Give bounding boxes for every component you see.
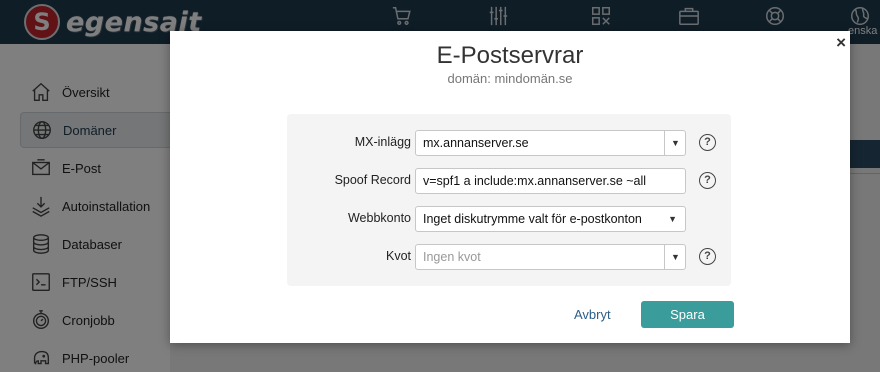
spf-value: v=spf1 a include:mx.annanserver.se ~all [423, 174, 647, 188]
mail-servers-dialog: × E-Postservrar domän: mindomän.se MX-in… [170, 31, 850, 343]
webbkonto-select[interactable]: Inget diskutrymme valt för e-postkonton … [415, 206, 686, 232]
webbkonto-value: Inget diskutrymme valt för e-postkonton [423, 212, 642, 226]
webbkonto-label: Webbkonto [347, 211, 411, 225]
cancel-button[interactable]: Avbryt [574, 307, 611, 322]
mx-value: mx.annanserver.se [423, 136, 529, 150]
kvot-dropdown-toggle[interactable]: ▼ [664, 245, 685, 269]
spf-input[interactable]: v=spf1 a include:mx.annanserver.se ~all [415, 168, 686, 194]
form-row-spf: Spoof Record v=spf1 a include:mx.annanse… [287, 168, 731, 194]
kvot-combobox[interactable]: Ingen kvot ▼ [415, 244, 686, 270]
chevron-down-icon: ▼ [668, 214, 677, 224]
mx-combobox[interactable]: mx.annanserver.se ▼ [415, 130, 686, 156]
mx-dropdown-toggle[interactable]: ▼ [664, 131, 685, 155]
mx-label: MX-inlägg [354, 135, 411, 149]
form-row-webbkonto: Webbkonto Inget diskutrymme valt för e-p… [287, 206, 731, 232]
form-row-kvot: Kvot Ingen kvot ▼ ? [287, 244, 731, 270]
chevron-down-icon: ▼ [671, 252, 680, 262]
help-icon[interactable]: ? [699, 134, 716, 151]
kvot-label: Kvot [385, 249, 411, 263]
save-button[interactable]: Spara [641, 301, 734, 328]
form-row-mx: MX-inlägg mx.annanserver.se ▼ ? [287, 130, 731, 156]
spf-label: Spoof Record [334, 173, 411, 187]
dialog-subtitle: domän: mindomän.se [447, 71, 573, 86]
dialog-title: E-Postservrar [436, 42, 584, 69]
help-icon[interactable]: ? [699, 172, 716, 189]
mail-settings-form: MX-inlägg mx.annanserver.se ▼ ? Spoof Re… [287, 114, 731, 286]
chevron-down-icon: ▼ [671, 138, 680, 148]
help-icon[interactable]: ? [699, 248, 716, 265]
kvot-placeholder: Ingen kvot [423, 250, 481, 264]
